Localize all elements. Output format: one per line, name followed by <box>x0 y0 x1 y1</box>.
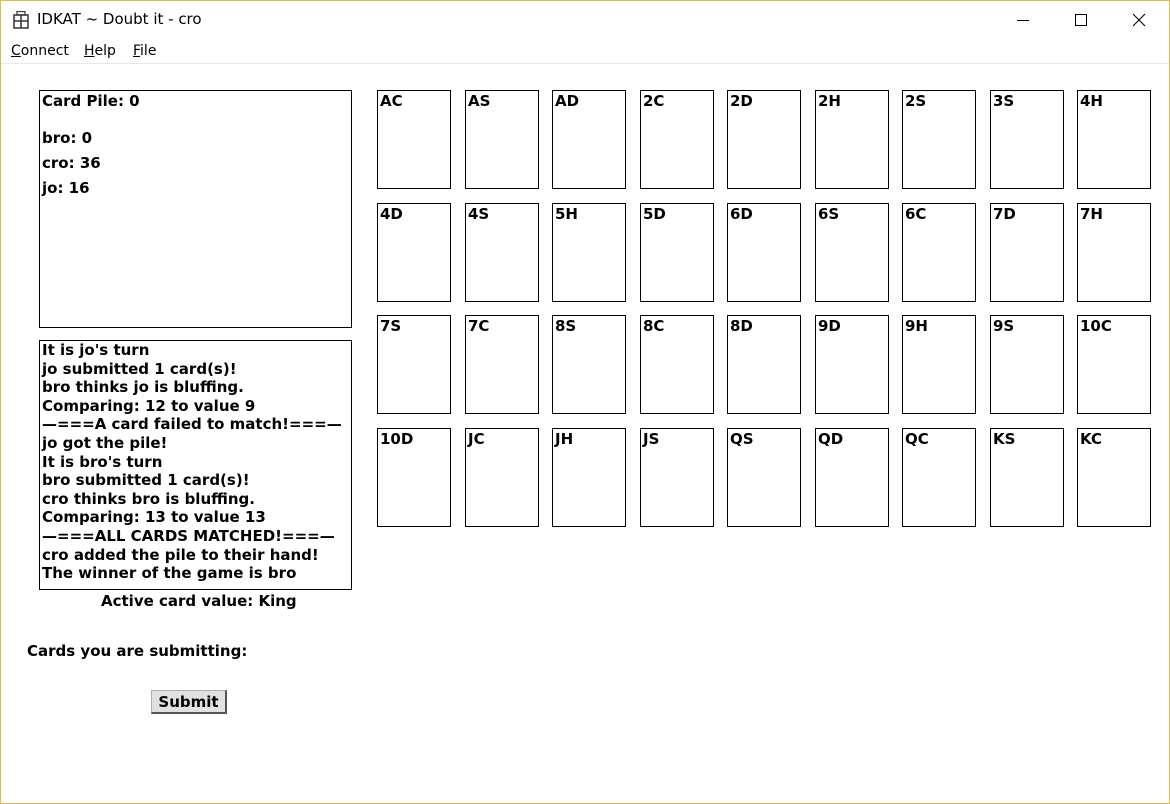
card-2C[interactable]: 2C <box>640 90 714 189</box>
card-5D[interactable]: 5D <box>640 203 714 302</box>
log-line: bro submitted 1 card(s)! <box>42 471 250 490</box>
maximize-button[interactable] <box>1052 1 1110 39</box>
card-7H[interactable]: 7H <box>1077 203 1151 302</box>
title-bar[interactable]: IDKAT ~ Doubt it - cro <box>1 1 1169 39</box>
log-line: It is jo's turn <box>42 341 150 359</box>
log-line: It is bro's turn <box>42 452 163 471</box>
card-KC[interactable]: KC <box>1077 428 1151 527</box>
card-7D[interactable]: 7D <box>990 203 1064 302</box>
card-9S[interactable]: 9S <box>990 315 1064 414</box>
app-icon <box>13 10 29 29</box>
card-4H[interactable]: 4H <box>1077 90 1151 189</box>
game-log[interactable]: It is jo's turn jo submitted 1 card(s)! … <box>39 340 352 590</box>
card-5H[interactable]: 5H <box>552 203 626 302</box>
card-7C[interactable]: 7C <box>465 315 539 414</box>
card-JC[interactable]: JC <box>465 428 539 527</box>
player-score-cro: cro: 36 <box>42 154 101 172</box>
maximize-icon <box>1075 14 1087 26</box>
menu-file[interactable]: File <box>133 43 156 59</box>
card-3S[interactable]: 3S <box>990 90 1064 189</box>
window-title: IDKAT ~ Doubt it - cro <box>37 10 202 28</box>
card-2H[interactable]: 2H <box>815 90 889 189</box>
log-line: cro added the pile to their hand! <box>42 545 319 564</box>
card-8C[interactable]: 8C <box>640 315 714 414</box>
log-line: —===ALL CARDS MATCHED!===— <box>42 526 335 545</box>
card-2S[interactable]: 2S <box>902 90 976 189</box>
log-line: The winner of the game is bro <box>42 564 297 583</box>
close-button[interactable] <box>1110 1 1168 39</box>
log-line: bro thinks jo is bluffing. <box>42 378 244 397</box>
active-card-value: Active card value: King <box>101 592 297 610</box>
log-line: jo got the pile! <box>42 433 168 452</box>
card-AD[interactable]: AD <box>552 90 626 189</box>
card-10C[interactable]: 10C <box>1077 315 1151 414</box>
card-6S[interactable]: 6S <box>815 203 889 302</box>
minimize-icon <box>1017 20 1029 21</box>
card-AS[interactable]: AS <box>465 90 539 189</box>
player-score-bro: bro: 0 <box>42 129 93 147</box>
score-panel: Card Pile: 0 bro: 0 cro: 36 jo: 16 <box>39 90 352 328</box>
app-window: IDKAT ~ Doubt it - cro Connect Help File… <box>0 0 1170 804</box>
card-pile-count: Card Pile: 0 <box>42 92 140 110</box>
log-line: —===A card failed to match!===— <box>42 415 342 434</box>
card-4S[interactable]: 4S <box>465 203 539 302</box>
submitting-label: Cards you are submitting: <box>27 642 248 660</box>
player-score-jo: jo: 16 <box>42 179 90 197</box>
card-8S[interactable]: 8S <box>552 315 626 414</box>
card-6C[interactable]: 6C <box>902 203 976 302</box>
log-line: Comparing: 12 to value 9 <box>42 396 256 415</box>
card-JS[interactable]: JS <box>640 428 714 527</box>
card-4D[interactable]: 4D <box>377 203 451 302</box>
card-10D[interactable]: 10D <box>377 428 451 527</box>
log-line: Comparing: 13 to value 13 <box>42 508 266 527</box>
card-AC[interactable]: AC <box>377 90 451 189</box>
card-JH[interactable]: JH <box>552 428 626 527</box>
minimize-button[interactable] <box>994 1 1052 39</box>
submit-button[interactable]: Submit <box>151 690 227 714</box>
menu-bar: Connect Help File <box>1 39 1169 64</box>
log-line: cro thinks bro is bluffing. <box>42 489 255 508</box>
card-9D[interactable]: 9D <box>815 315 889 414</box>
card-9H[interactable]: 9H <box>902 315 976 414</box>
card-QC[interactable]: QC <box>902 428 976 527</box>
menu-help[interactable]: Help <box>84 43 116 59</box>
menu-connect[interactable]: Connect <box>11 43 69 59</box>
card-QS[interactable]: QS <box>727 428 801 527</box>
card-2D[interactable]: 2D <box>727 90 801 189</box>
card-8D[interactable]: 8D <box>727 315 801 414</box>
card-7S[interactable]: 7S <box>377 315 451 414</box>
card-KS[interactable]: KS <box>990 428 1064 527</box>
card-QD[interactable]: QD <box>815 428 889 527</box>
card-6D[interactable]: 6D <box>727 203 801 302</box>
close-icon <box>1132 13 1146 27</box>
log-line: jo submitted 1 card(s)! <box>42 359 237 378</box>
